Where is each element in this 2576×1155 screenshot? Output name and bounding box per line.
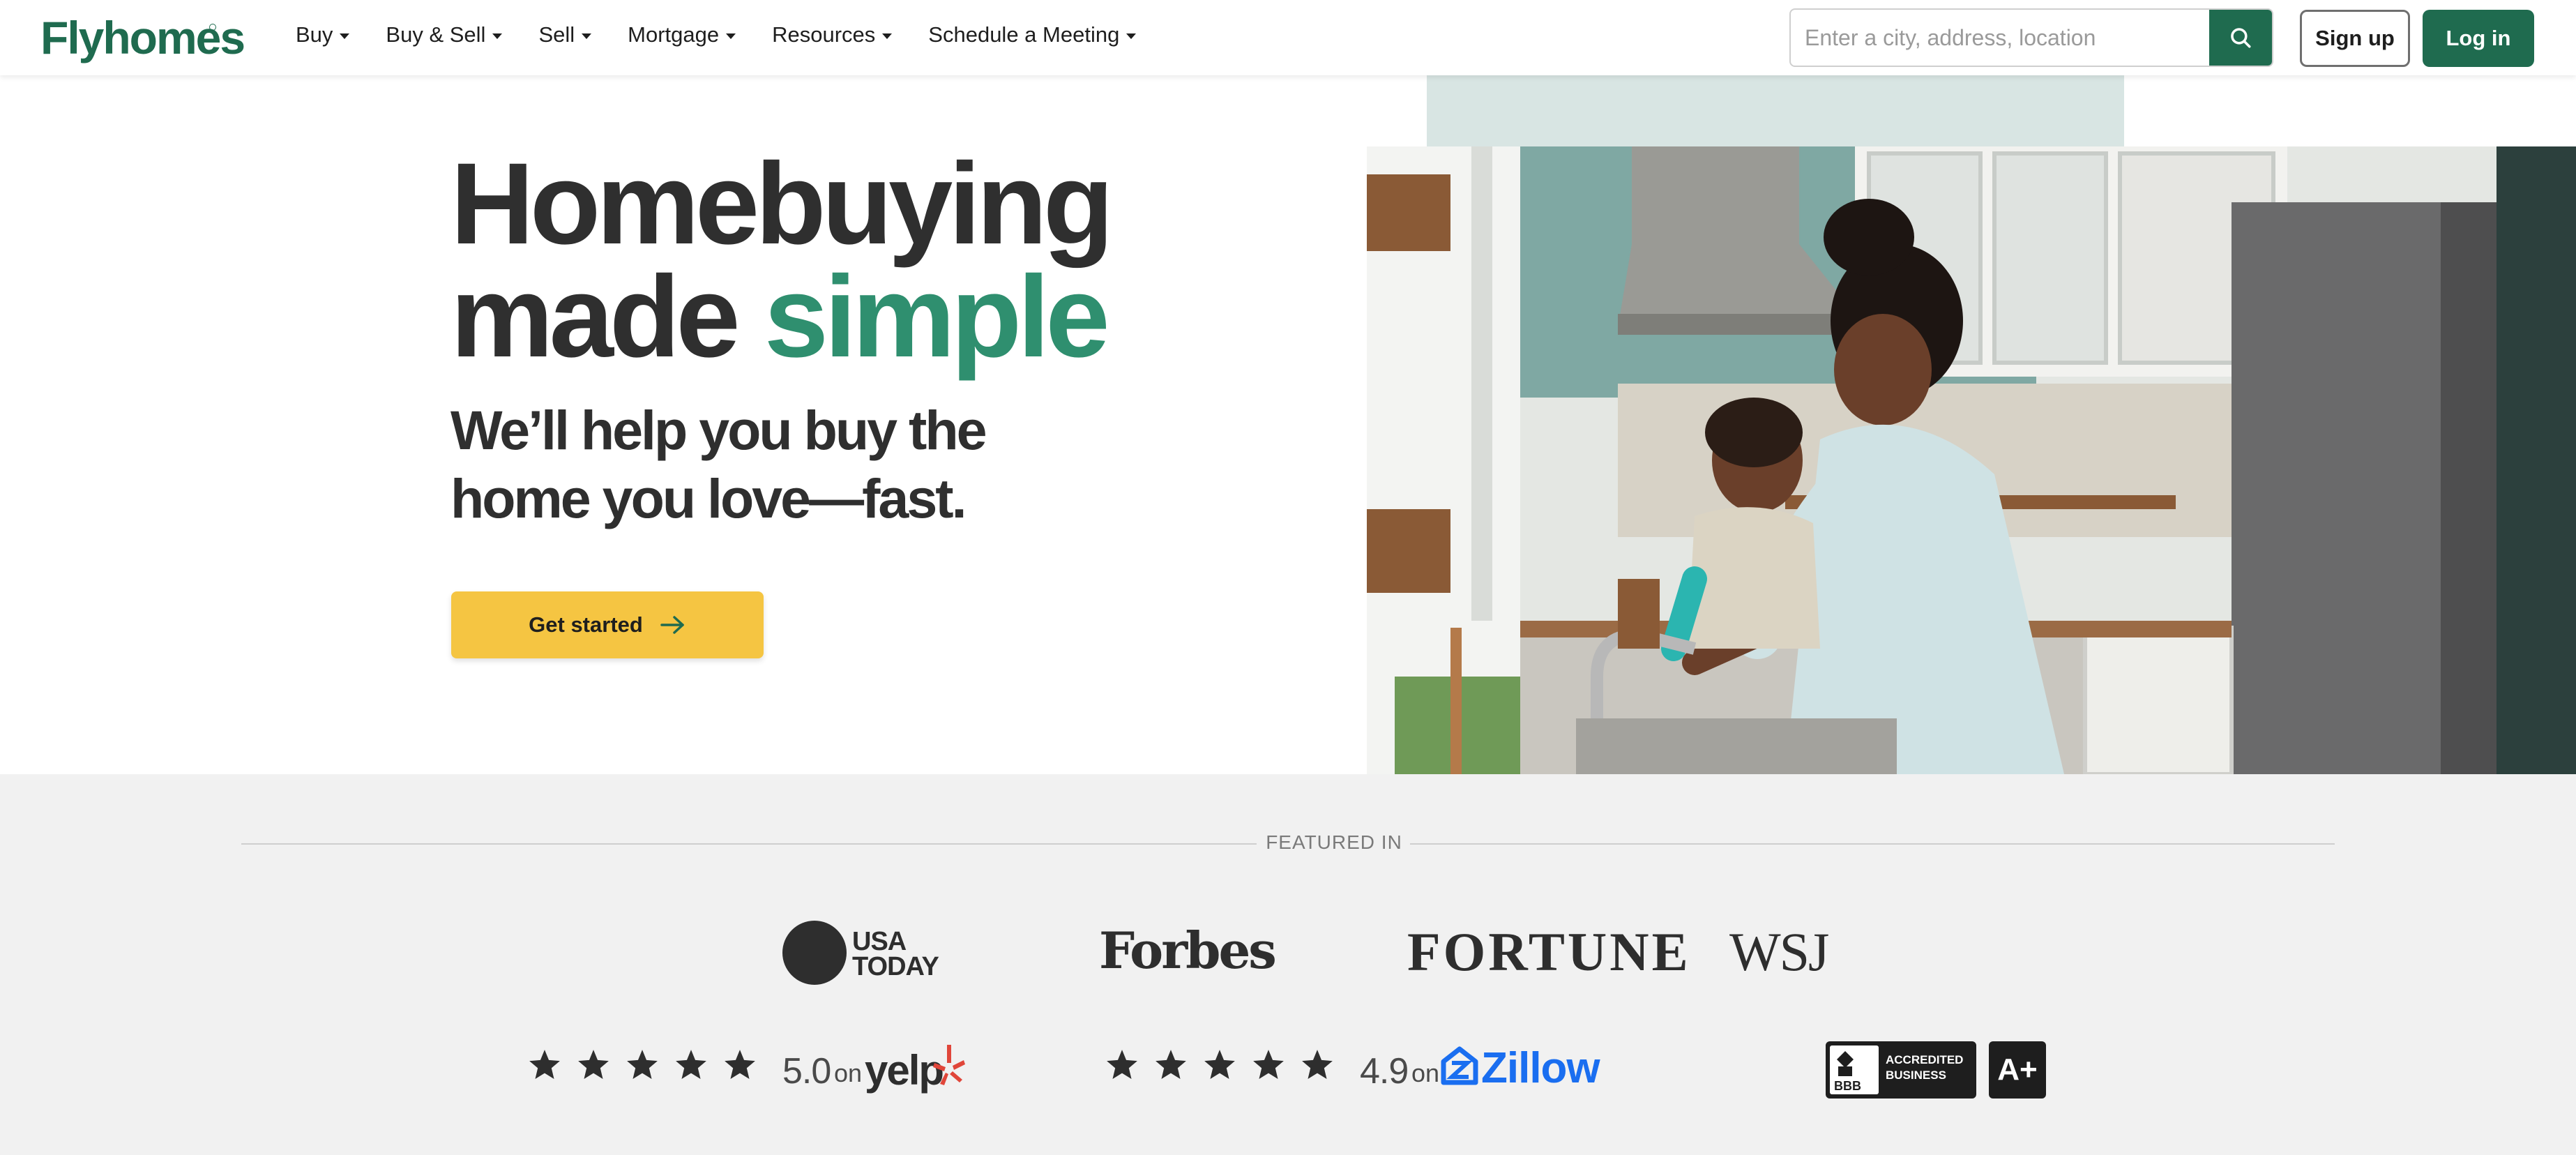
star-icon	[1302, 1050, 1333, 1079]
nav-item-resources[interactable]: Resources	[772, 22, 893, 47]
site-header: Flyhomes Buy Buy & Sell Sell Mortgage Re…	[0, 0, 2576, 75]
divider-line	[241, 843, 1257, 845]
fortune-logo: FORTUNE	[1407, 921, 1691, 982]
caret-down-icon	[726, 33, 736, 39]
get-started-button[interactable]: Get started	[451, 591, 764, 658]
yelp-score: 5.0	[782, 1051, 831, 1092]
main-nav: Buy Buy & Sell Sell Mortgage Resources S…	[296, 0, 1172, 70]
hero-title-highlight: simple	[764, 252, 1110, 382]
star-icon	[1156, 1050, 1186, 1079]
nav-item-buy-and-sell[interactable]: Buy & Sell	[386, 22, 503, 47]
nav-item-sell[interactable]: Sell	[538, 22, 592, 47]
arrow-right-icon	[660, 614, 686, 635]
nav-item-buy[interactable]: Buy	[296, 22, 350, 47]
caret-down-icon	[1126, 33, 1137, 39]
zillow-star-rating	[1105, 1048, 1349, 1082]
star-icon	[1107, 1050, 1137, 1079]
bbb-grade-badge: A+	[1989, 1041, 2046, 1099]
usa-today-line2: TODAY	[852, 952, 939, 981]
featured-in-label: FEATURED IN	[1266, 831, 1402, 853]
star-icon	[1204, 1050, 1235, 1079]
star-icon	[725, 1050, 755, 1079]
zillow-logo: Zillow	[1481, 1044, 1600, 1092]
hero-title-line2a: made	[450, 252, 741, 382]
search-icon	[2231, 28, 2251, 48]
zillow-mark-icon	[1441, 1046, 1478, 1085]
yelp-burst-icon	[933, 1045, 965, 1085]
caret-down-icon	[340, 33, 350, 39]
hero-subtitle: We’ll help you buy the home you love—fas…	[450, 396, 1078, 533]
divider-line	[1410, 843, 2335, 845]
nav-item-label: Buy	[296, 22, 333, 47]
nav-item-label: Buy & Sell	[386, 22, 486, 47]
nav-item-label: Mortgage	[628, 22, 720, 47]
sign-up-button[interactable]: Sign up	[2300, 10, 2410, 67]
bbb-mark: BBB	[1834, 1079, 1861, 1093]
usa-today-logo-mark	[782, 921, 847, 985]
zillow-on-label: on	[1411, 1059, 1440, 1087]
caret-down-icon	[492, 33, 503, 39]
yelp-on-label: on	[834, 1059, 863, 1087]
registered-mark-icon	[209, 24, 216, 31]
zillow-score: 4.9	[1360, 1051, 1409, 1092]
bbb-torch-logo: BBB	[1830, 1045, 1879, 1094]
nav-item-mortgage[interactable]: Mortgage	[628, 22, 736, 47]
get-started-label: Get started	[529, 612, 643, 637]
star-icon	[1253, 1050, 1284, 1079]
flyhomes-logo[interactable]: Flyhomes	[40, 10, 245, 66]
star-icon	[529, 1050, 560, 1079]
hero-kitchen-image	[1367, 146, 2576, 774]
nav-item-label: Resources	[772, 22, 876, 47]
bbb-accredited-label: ACCREDITED BUSINESS	[1886, 1052, 1963, 1083]
torch-icon: BBB	[1834, 1051, 1861, 1093]
bbb-accredited-badge: BBB ACCREDITED BUSINESS	[1826, 1041, 1976, 1099]
caret-down-icon	[882, 33, 893, 39]
bbb-label-line1: ACCREDITED	[1886, 1053, 1964, 1066]
featured-band: FEATURED IN USA TODAY Forbes FORTUNE WSJ…	[0, 774, 2576, 1155]
bbb-label-line2: BUSINESS	[1886, 1069, 1946, 1082]
nav-item-label: Sell	[538, 22, 575, 47]
caret-down-icon	[582, 33, 592, 39]
search-input[interactable]	[1791, 10, 2223, 66]
hero-subtitle-line1: We’ll help you buy the	[450, 399, 987, 461]
hero-subtitle-line2: home you love—fast.	[450, 467, 967, 529]
forbes-logo: Forbes	[1099, 921, 1277, 980]
nav-item-schedule-meeting[interactable]: Schedule a Meeting	[928, 22, 1137, 47]
search-button[interactable]	[2209, 10, 2272, 66]
kitchen-illustration	[1367, 146, 2576, 774]
star-icon	[627, 1050, 658, 1079]
usa-today-logo: USA TODAY	[852, 928, 939, 981]
nav-item-label: Schedule a Meeting	[928, 22, 1120, 47]
yelp-star-rating	[527, 1048, 771, 1082]
wsj-logo: WSJ	[1729, 921, 1829, 982]
location-search	[1789, 8, 2273, 67]
log-in-button[interactable]: Log in	[2423, 10, 2534, 67]
star-icon	[676, 1050, 706, 1079]
hero-title-line1: Homebuying	[450, 139, 1114, 269]
hero-title: Homebuying made simple	[450, 146, 1114, 375]
hero-accent-block	[1427, 75, 2124, 146]
star-icon	[578, 1050, 609, 1079]
